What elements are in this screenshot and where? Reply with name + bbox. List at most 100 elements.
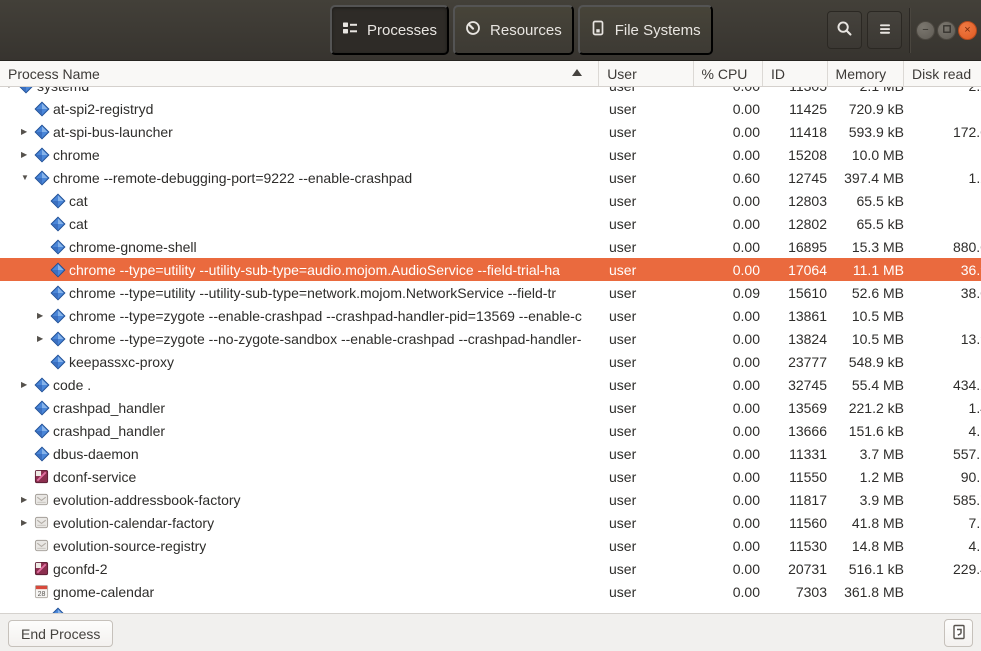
app-process-icon: [50, 239, 66, 255]
user-cell: user: [603, 469, 698, 485]
app-process-icon: [50, 262, 66, 278]
tree-indent: [0, 177, 20, 178]
id-cell: 15208: [768, 147, 833, 163]
process-name: chrome --type=zygote --enable-crashpad -…: [69, 308, 582, 324]
column-header-user[interactable]: User: [598, 61, 692, 86]
tree-expander-icon[interactable]: ▶: [20, 518, 34, 527]
column-header-row: Process Name User % CPU ID Memory Disk r…: [0, 61, 981, 87]
memory-cell: 11.1 MB: [833, 262, 910, 278]
svg-text:28: 28: [38, 591, 46, 598]
user-cell: user: [603, 124, 698, 140]
process-name: at-spi2-registryd: [53, 101, 153, 117]
process-properties-button[interactable]: [944, 619, 973, 647]
memory-cell: 10.5 MB: [833, 308, 910, 324]
processes-icon: [342, 20, 358, 40]
maximize-button[interactable]: [937, 21, 956, 40]
tree-expander-icon[interactable]: ▶: [36, 334, 50, 343]
tab-processes[interactable]: Processes: [330, 5, 449, 55]
cpu-cell: 0.00: [698, 239, 768, 255]
column-header-id[interactable]: ID: [762, 61, 827, 86]
app-process-icon: [50, 193, 66, 209]
tree-indent: [0, 246, 36, 247]
process-row[interactable]: crashpad_handler user 0.00 13666 151.6 k…: [0, 419, 981, 442]
process-row[interactable]: ▶ evolution-addressbook-factory user 0.0…: [0, 488, 981, 511]
column-label: % CPU: [702, 66, 748, 82]
user-cell: user: [603, 216, 698, 232]
minimize-button[interactable]: −: [916, 21, 935, 40]
column-header-process-name[interactable]: Process Name: [0, 61, 598, 86]
cpu-cell: 0.00: [698, 331, 768, 347]
process-row[interactable]: ▶ chrome --type=zygote --no-zygote-sandb…: [0, 327, 981, 350]
view-switcher: Processes Resources File Systems: [330, 5, 713, 55]
process-row[interactable]: ▶ chrome --type=zygote --enable-crashpad…: [0, 304, 981, 327]
cpu-cell: 0.00: [698, 354, 768, 370]
tree-expander-icon[interactable]: ▶: [20, 127, 34, 136]
column-header-cpu[interactable]: % CPU: [693, 61, 763, 86]
process-name-cell: dconf-service: [0, 469, 603, 485]
end-process-button[interactable]: End Process: [8, 620, 113, 647]
tree-expander-icon[interactable]: ▼: [4, 87, 18, 90]
tree-expander-icon[interactable]: ▼: [20, 173, 34, 182]
app-process-icon: [50, 354, 66, 370]
menu-button[interactable]: [867, 11, 902, 49]
process-row[interactable]: cat user 0.00 12803 65.5 kB: [0, 189, 981, 212]
process-row[interactable]: ▶ evolution-calendar-factory user 0.00 1…: [0, 511, 981, 534]
tab-resources[interactable]: Resources: [453, 5, 574, 55]
process-row[interactable]: dconf-service user 0.00 11550 1.2 MB 90.…: [0, 465, 981, 488]
column-header-disk-read[interactable]: Disk read: [903, 61, 981, 86]
app-process-icon: [34, 423, 50, 439]
process-row[interactable]: chrome-gnome-shell user 0.00 16895 15.3 …: [0, 235, 981, 258]
tree-indent: [0, 338, 36, 339]
process-name: gnome-calendar: [53, 584, 154, 600]
user-cell: user: [603, 492, 698, 508]
process-row[interactable]: ▼ chrome --remote-debugging-port=9222 --…: [0, 166, 981, 189]
process-row[interactable]: dbus-daemon user 0.00 11331 3.7 MB 557.1: [0, 442, 981, 465]
memory-cell: 397.4 MB: [833, 170, 910, 186]
process-row[interactable]: cat user 0.00 12802 65.5 kB: [0, 212, 981, 235]
resources-icon: [465, 20, 481, 40]
process-row[interactable]: ▶ code . user 0.00 32745 55.4 MB 434.2: [0, 373, 981, 396]
process-row[interactable]: at-spi2-registryd user 0.00 11425 720.9 …: [0, 97, 981, 120]
disk-read-cell: 2.2: [910, 87, 981, 94]
process-row[interactable]: [0, 603, 981, 613]
process-name-cell: ▶ chrome --type=zygote --no-zygote-sandb…: [0, 331, 603, 347]
process-name-cell: at-spi2-registryd: [0, 101, 603, 117]
search-button[interactable]: [827, 11, 862, 49]
id-cell: 11530: [768, 538, 833, 554]
process-name-cell: crashpad_handler: [0, 400, 603, 416]
process-row[interactable]: evolution-source-registry user 0.00 1153…: [0, 534, 981, 557]
tree-expander-icon[interactable]: ▶: [20, 380, 34, 389]
column-label: Process Name: [8, 66, 100, 82]
tree-indent: [0, 200, 36, 201]
process-name: chrome-gnome-shell: [69, 239, 197, 255]
process-name-cell: keepassxc-proxy: [0, 354, 603, 370]
process-row-selected[interactable]: chrome --type=utility --utility-sub-type…: [0, 258, 981, 281]
id-cell: 20731: [768, 561, 833, 577]
process-row[interactable]: chrome --type=utility --utility-sub-type…: [0, 281, 981, 304]
tree-expander-icon[interactable]: ▶: [20, 495, 34, 504]
user-cell: user: [603, 331, 698, 347]
process-row[interactable]: crashpad_handler user 0.00 13569 221.2 k…: [0, 396, 981, 419]
tab-file-systems[interactable]: File Systems: [578, 5, 713, 55]
user-cell: user: [603, 400, 698, 416]
close-button[interactable]: ×: [958, 21, 977, 40]
disk-read-cell: 1.2: [910, 170, 981, 186]
process-row[interactable]: ▼ systemd user 0.00 11305 2.1 MB 2.2: [0, 87, 981, 97]
tree-indent: [0, 591, 20, 592]
column-header-memory[interactable]: Memory: [827, 61, 903, 86]
user-cell: user: [603, 147, 698, 163]
process-row[interactable]: ▶ at-spi-bus-launcher user 0.00 11418 59…: [0, 120, 981, 143]
process-row[interactable]: gconfd-2 user 0.00 20731 516.1 kB 229.4: [0, 557, 981, 580]
process-name-cell: ▶ chrome: [0, 147, 603, 163]
app-process-icon: [34, 377, 50, 393]
process-name-cell: ▶ chrome --type=zygote --enable-crashpad…: [0, 308, 603, 324]
tree-indent: [0, 315, 36, 316]
tree-expander-icon[interactable]: ▶: [20, 150, 34, 159]
process-row[interactable]: keepassxc-proxy user 0.00 23777 548.9 kB: [0, 350, 981, 373]
memory-cell: 3.7 MB: [833, 446, 910, 462]
process-row[interactable]: 28 gnome-calendar user 0.00 7303 361.8 M…: [0, 580, 981, 603]
process-name: chrome --type=utility --utility-sub-type…: [69, 285, 556, 301]
process-row[interactable]: ▶ chrome user 0.00 15208 10.0 MB: [0, 143, 981, 166]
tree-indent: [0, 568, 20, 569]
tree-expander-icon[interactable]: ▶: [36, 311, 50, 320]
